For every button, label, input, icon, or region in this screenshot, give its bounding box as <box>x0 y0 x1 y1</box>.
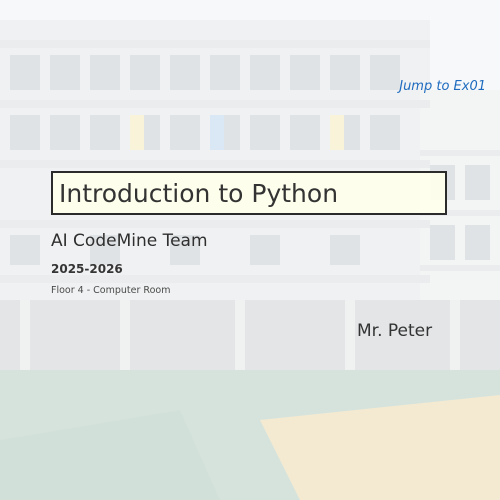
jump-to-ex01-link[interactable]: Jump to Ex01 <box>399 79 486 94</box>
slide: Jump to Ex01 Introduction to Python AI C… <box>0 0 500 500</box>
team-name: AI CodeMine Team <box>51 231 208 251</box>
teacher-name: Mr. Peter <box>357 321 433 341</box>
slide-title: Introduction to Python <box>59 178 339 208</box>
location-text: Floor 4 - Computer Room <box>51 285 171 296</box>
title-box: Introduction to Python <box>51 171 447 215</box>
school-year: 2025-2026 <box>51 262 123 276</box>
